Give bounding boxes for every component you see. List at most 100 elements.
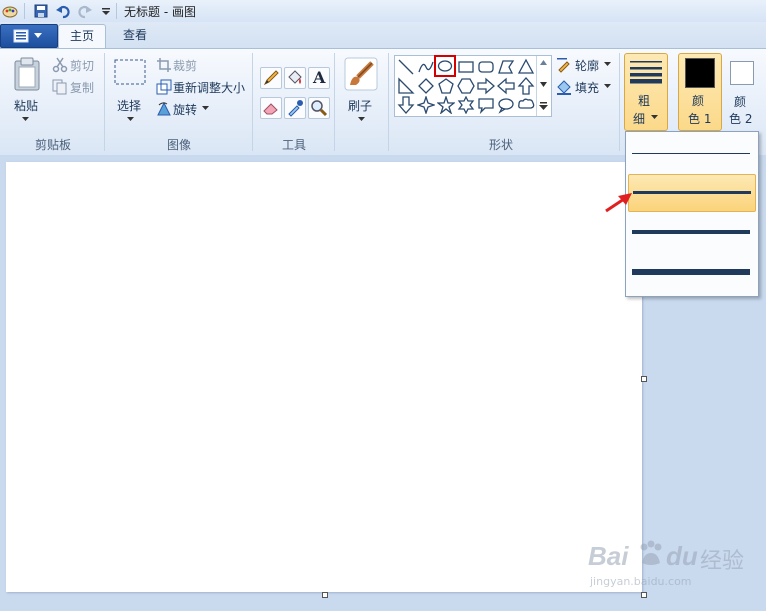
baidu-watermark: Bai du 经验 jingyan.baidu.com (582, 535, 762, 595)
four-point-star-shape-icon[interactable] (417, 96, 435, 114)
pencil-tool[interactable] (260, 67, 282, 89)
color1-button[interactable]: 颜 色 1 (678, 53, 722, 131)
fill-tool[interactable] (284, 67, 306, 89)
up-arrow-shape-icon[interactable] (517, 77, 535, 95)
resize-button[interactable]: 重新调整大小 (173, 79, 245, 96)
group-separator (334, 53, 335, 151)
cloud-callout-shape-icon[interactable] (517, 96, 535, 114)
scroll-up-icon[interactable] (540, 60, 547, 65)
cut-button[interactable]: 剪切 (70, 57, 94, 74)
image-group-label: 图像 (166, 138, 191, 152)
curve-shape-icon[interactable] (417, 58, 435, 76)
size-option-2-selected[interactable] (628, 174, 756, 212)
tools-group-label: 工具 (281, 138, 306, 152)
size-line (632, 269, 750, 275)
right-arrow-shape-icon[interactable] (477, 77, 495, 95)
size-line (632, 230, 750, 234)
diamond-shape-icon[interactable] (417, 77, 435, 95)
color1-label-line2: 色 1 (688, 112, 712, 126)
triangle-shape-icon[interactable] (517, 58, 535, 76)
divider (116, 3, 117, 19)
rectangle-shape-icon[interactable] (457, 58, 475, 76)
red-arrow-icon (605, 193, 632, 213)
chevron-down-icon (604, 62, 611, 66)
chevron-down-icon (34, 33, 42, 38)
crop-button[interactable]: 裁剪 (173, 57, 197, 74)
gallery-expand-icon[interactable] (539, 102, 548, 110)
text-tool[interactable]: A (308, 67, 330, 89)
chevron-down-icon (202, 106, 209, 110)
paste-label: 粘贴 (14, 99, 39, 113)
select-button[interactable]: 选择 (110, 53, 150, 129)
canvas-resize-handle-right[interactable] (641, 376, 647, 382)
right-triangle-shape-icon[interactable] (397, 77, 415, 95)
shapes-gallery (394, 55, 552, 117)
pentagon-shape-icon[interactable] (437, 77, 455, 95)
line-shape-icon[interactable] (397, 58, 415, 76)
window-title: 无标题 - 画图 (124, 5, 196, 19)
rounded-rectangle-shape-icon[interactable] (477, 58, 495, 76)
tab-home[interactable]: 主页 (58, 24, 106, 48)
color-picker-tool[interactable] (284, 97, 306, 119)
copy-icon (52, 79, 67, 95)
size-option-4[interactable] (628, 254, 754, 290)
outline-icon (557, 58, 570, 73)
fill-icon (557, 80, 571, 95)
chevron-down-icon (358, 117, 365, 121)
color1-label-line1: 颜 (692, 94, 705, 108)
color2-button[interactable]: 颜 色 2 (726, 53, 766, 129)
redo-icon[interactable] (77, 3, 93, 19)
crop-icon (157, 58, 171, 72)
oval-shape-selected[interactable] (434, 55, 456, 77)
scissors-icon (52, 57, 68, 73)
rect-callout-shape-icon[interactable] (477, 96, 495, 114)
paint-app-icon[interactable] (2, 3, 18, 19)
undo-icon[interactable] (55, 3, 71, 19)
rotate-button[interactable]: 旋转 (173, 101, 197, 118)
rotate-icon (157, 101, 171, 116)
watermark-url: jingyan.baidu.com (590, 575, 692, 588)
fill-button[interactable]: 填充 (575, 79, 599, 96)
gallery-scroll[interactable] (536, 56, 549, 116)
shapes-group-label: 形状 (488, 138, 513, 152)
magnifier-tool[interactable] (308, 97, 330, 119)
divider (24, 3, 25, 19)
size-label-line2: 细 (633, 112, 646, 126)
selection-rect-icon (114, 59, 146, 85)
oval-callout-shape-icon[interactable] (497, 96, 515, 114)
title-bar: 无标题 - 画图 (0, 0, 766, 23)
resize-icon (156, 79, 172, 95)
polygon-shape-icon[interactable] (497, 58, 515, 76)
group-separator (388, 53, 389, 151)
tab-view[interactable]: 查看 (112, 24, 158, 47)
canvas-resize-handle-bottom[interactable] (322, 592, 328, 598)
outline-button[interactable]: 轮廓 (575, 57, 599, 74)
scroll-down-icon[interactable] (540, 82, 547, 87)
hexagon-shape-icon[interactable] (457, 77, 475, 95)
chevron-down-icon (22, 117, 29, 121)
brushes-label: 刷子 (348, 99, 373, 113)
size-dropdown (625, 131, 759, 297)
five-point-star-shape-icon[interactable] (437, 96, 455, 114)
copy-button[interactable]: 复制 (70, 79, 94, 96)
eraser-tool[interactable] (260, 97, 282, 119)
size-option-3[interactable] (628, 214, 754, 250)
watermark-text: 经验 (700, 549, 745, 574)
save-icon[interactable] (33, 3, 49, 19)
color2-swatch (730, 61, 754, 85)
customize-toolbar-icon[interactable] (98, 3, 114, 19)
brushes-button[interactable]: 刷子 (340, 53, 382, 129)
drawing-canvas[interactable] (6, 162, 642, 592)
left-arrow-shape-icon[interactable] (497, 77, 515, 95)
six-point-star-shape-icon[interactable] (457, 96, 475, 114)
color2-label-line2: 色 2 (729, 112, 753, 126)
group-separator (252, 53, 253, 151)
paw-icon (640, 540, 662, 565)
down-arrow-shape-icon[interactable] (397, 96, 415, 114)
eyedropper-icon (288, 100, 303, 117)
size-option-1[interactable] (628, 136, 754, 172)
size-button[interactable]: 粗 细 (624, 53, 668, 131)
paste-button[interactable]: 粘贴 (6, 53, 46, 129)
select-label: 选择 (117, 99, 142, 113)
file-menu-button[interactable] (0, 24, 58, 48)
